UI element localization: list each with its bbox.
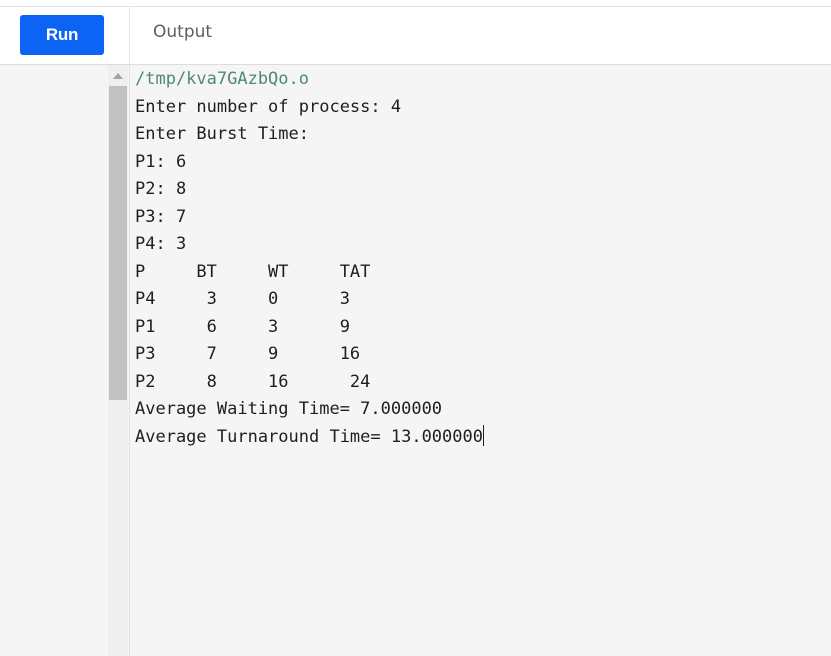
table-header-line: P BT WT TAT [135,261,371,282]
toolbar: Run Output [0,7,831,65]
run-button[interactable]: Run [20,15,104,55]
output-tab-label: Output [153,22,213,42]
output-line-6: P4: 3 [135,234,187,254]
average-turnaround-time-text: Average Turnaround Time= 13.000000 [135,426,483,447]
compiler-app: Run Output /tmp/kva7GAzbQo.o Enter numbe… [0,0,831,656]
table-row-p3: P3 7 9 16 [135,344,361,364]
average-turnaround-time-line[interactable]: Average Turnaround Time= 13.000000 [135,424,825,452]
table-row-p4: P4 3 0 3 [135,289,350,309]
average-waiting-time-line: Average Waiting Time= 7.000000 [135,399,443,419]
output-line-5: P3: 7 [135,206,187,227]
output-path: /tmp/kva7GAzbQo.o [135,69,309,89]
output-line-4: P2: 8 [135,179,187,199]
content-divider [129,65,130,656]
table-row-p1: P1 6 3 9 [135,316,350,337]
scroll-up-arrow-icon[interactable] [113,73,123,79]
output-line-2: Enter Burst Time: [135,124,309,144]
left-gutter [0,65,108,656]
scroll-thumb[interactable] [109,86,127,400]
top-border [0,0,831,7]
output-line-1: Enter number of process: 4 [135,96,402,117]
toolbar-divider [129,7,130,64]
table-row-p2: P2 8 16 24 [135,371,371,392]
output-console[interactable]: /tmp/kva7GAzbQo.o Enter number of proces… [135,66,825,451]
output-line-3: P1: 6 [135,151,187,172]
output-scrollbar[interactable] [108,65,128,656]
text-cursor [483,424,484,446]
